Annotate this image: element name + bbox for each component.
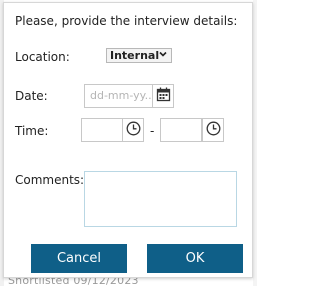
chevron-down-icon	[159, 50, 167, 63]
location-select[interactable]: Internal	[106, 48, 172, 63]
date-label: Date:	[15, 89, 48, 103]
location-select-value: Internal	[110, 49, 160, 62]
time-range-separator: -	[150, 124, 155, 138]
clock-icon	[206, 121, 221, 140]
location-label: Location:	[15, 50, 70, 64]
background-page-edge-right	[253, 0, 257, 286]
start-time-input[interactable]	[81, 118, 123, 142]
calendar-button[interactable]	[152, 84, 174, 108]
interview-details-dialog: Please, provide the interview details: L…	[3, 2, 253, 278]
ok-button[interactable]: OK	[147, 244, 243, 273]
dialog-title: Please, provide the interview details:	[15, 14, 238, 28]
cancel-button[interactable]: Cancel	[31, 244, 127, 273]
time-label: Time:	[15, 124, 49, 138]
end-time-input[interactable]	[160, 118, 202, 142]
calendar-icon	[156, 87, 171, 106]
clock-icon	[126, 121, 141, 140]
comments-textarea[interactable]	[84, 171, 237, 227]
page: Shortlisted 09/12/2023 Please, provide t…	[0, 0, 257, 286]
comments-label: Comments:	[15, 173, 85, 187]
end-time-clock-button[interactable]	[202, 118, 224, 142]
date-input[interactable]: dd-mm-yy...	[84, 84, 153, 108]
start-time-clock-button[interactable]	[122, 118, 144, 142]
